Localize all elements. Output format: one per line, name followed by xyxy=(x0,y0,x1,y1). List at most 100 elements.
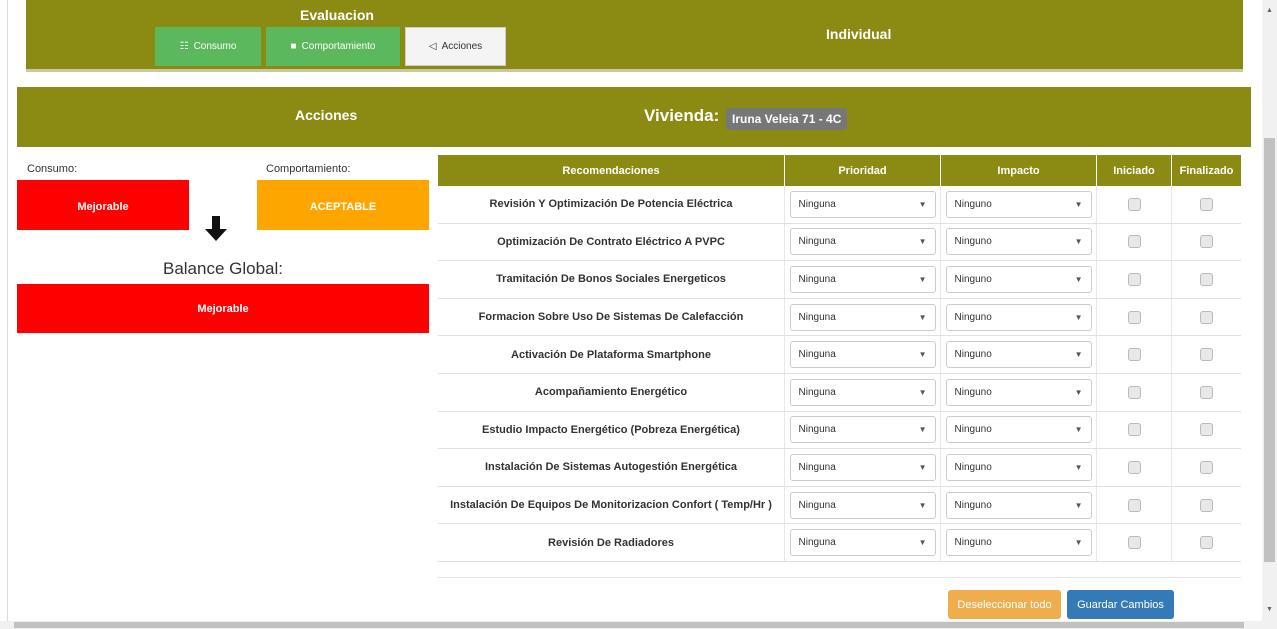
iniciado-checkbox[interactable] xyxy=(1127,423,1141,437)
finalizado-checkbox[interactable] xyxy=(1200,348,1213,362)
impacto-select[interactable]: Ninguno ▼ xyxy=(945,416,1092,444)
impacto-select[interactable]: Ninguno ▼ xyxy=(945,303,1092,331)
recommendation-name: Estudio Impacto Energético (Pobreza Ener… xyxy=(438,411,785,449)
iniciado-cell xyxy=(1097,336,1172,373)
recommendation-name: Acompañamiento Energético xyxy=(438,373,785,411)
impacto-cell: Ninguno ▼ xyxy=(941,449,1097,486)
iniciado-cell xyxy=(1097,373,1172,411)
prioridad-select[interactable]: Ninguna ▼ xyxy=(789,529,936,557)
finalizado-cell xyxy=(1172,524,1241,561)
chevron-down-icon: ▼ xyxy=(918,538,927,548)
vertical-scrollbar[interactable]: ▲ ▼ xyxy=(1262,0,1277,621)
impacto-value: Ninguno xyxy=(954,424,992,436)
finalizado-cell xyxy=(1172,449,1241,486)
vivienda-badge: Iruna Veleia 71 - 4C xyxy=(726,108,848,130)
finalizado-checkbox[interactable] xyxy=(1200,498,1213,512)
prioridad-select[interactable]: Ninguna ▼ xyxy=(789,416,936,444)
impacto-value: Ninguno xyxy=(954,236,992,248)
prioridad-select[interactable]: Ninguna ▼ xyxy=(789,378,936,406)
recommendation-name: Instalación De Equipos De Monitorizacion… xyxy=(438,486,785,524)
chevron-down-icon: ▼ xyxy=(918,425,927,435)
tab-comportamiento[interactable]: ■ Comportamiento xyxy=(266,27,400,66)
iniciado-checkbox[interactable] xyxy=(1127,536,1141,550)
prioridad-value: Ninguna xyxy=(798,537,836,549)
impacto-select[interactable]: Ninguno ▼ xyxy=(945,265,1092,293)
iniciado-checkbox[interactable] xyxy=(1127,310,1141,324)
impacto-select[interactable]: Ninguno ▼ xyxy=(945,378,1092,406)
prioridad-cell: Ninguna ▼ xyxy=(785,223,941,261)
table-row: Estudio Impacto Energético (Pobreza Ener… xyxy=(438,411,1241,450)
scroll-down-icon[interactable]: ▼ xyxy=(1266,606,1273,613)
finalizado-checkbox[interactable] xyxy=(1200,310,1213,324)
impacto-cell: Ninguno ▼ xyxy=(941,223,1097,261)
impacto-cell: Ninguno ▼ xyxy=(941,261,1097,298)
megaphone-icon: ◁ xyxy=(428,41,437,52)
chevron-down-icon: ▼ xyxy=(918,312,927,322)
chart-icon: ☷ xyxy=(179,41,189,52)
prioridad-select[interactable]: Ninguna ▼ xyxy=(789,190,936,218)
book-icon: ■ xyxy=(290,41,297,52)
horizontal-scroll-thumb[interactable] xyxy=(14,622,1244,628)
impacto-select[interactable]: Ninguno ▼ xyxy=(945,190,1092,218)
tab-acciones[interactable]: ◁ Acciones xyxy=(405,27,506,66)
prioridad-select[interactable]: Ninguna ▼ xyxy=(789,341,936,369)
iniciado-checkbox[interactable] xyxy=(1127,385,1141,399)
chevron-down-icon: ▼ xyxy=(1074,538,1083,548)
iniciado-cell xyxy=(1097,411,1172,449)
finalizado-checkbox[interactable] xyxy=(1200,536,1213,550)
finalizado-checkbox[interactable] xyxy=(1200,460,1213,474)
iniciado-checkbox[interactable] xyxy=(1127,235,1141,249)
iniciado-checkbox[interactable] xyxy=(1127,197,1141,211)
finalizado-checkbox[interactable] xyxy=(1200,272,1213,286)
impacto-select[interactable]: Ninguno ▼ xyxy=(945,228,1092,256)
impacto-cell: Ninguno ▼ xyxy=(941,373,1097,411)
iniciado-checkbox[interactable] xyxy=(1127,272,1141,286)
impacto-select[interactable]: Ninguno ▼ xyxy=(945,453,1092,481)
tab-consumo[interactable]: ☷ Consumo xyxy=(155,27,261,66)
prioridad-cell: Ninguna ▼ xyxy=(785,186,941,223)
finalizado-checkbox[interactable] xyxy=(1200,385,1213,399)
prioridad-select[interactable]: Ninguna ▼ xyxy=(789,228,936,256)
prioridad-select[interactable]: Ninguna ▼ xyxy=(789,303,936,331)
prioridad-cell: Ninguna ▼ xyxy=(785,524,941,561)
impacto-value: Ninguno xyxy=(954,537,992,549)
consumo-label: Consumo: xyxy=(27,163,78,175)
finalizado-cell xyxy=(1172,261,1241,298)
consumo-status: Mejorable xyxy=(17,180,189,230)
recommendation-name: Optimización De Contrato Eléctrico A PVP… xyxy=(438,223,785,261)
impacto-select[interactable]: Ninguno ▼ xyxy=(945,529,1092,557)
tab-comportamiento-label: Comportamiento xyxy=(301,41,376,52)
finalizado-checkbox[interactable] xyxy=(1200,423,1213,437)
finalizado-cell xyxy=(1172,412,1241,449)
impacto-value: Ninguno xyxy=(954,273,992,285)
iniciado-checkbox[interactable] xyxy=(1127,460,1141,474)
impacto-select[interactable]: Ninguno ▼ xyxy=(945,491,1092,519)
prioridad-select[interactable]: Ninguna ▼ xyxy=(789,491,936,519)
impacto-cell: Ninguno ▼ xyxy=(941,298,1097,336)
chevron-down-icon: ▼ xyxy=(1074,350,1083,360)
scroll-up-icon[interactable]: ▲ xyxy=(1266,7,1273,14)
chevron-down-icon: ▼ xyxy=(1074,312,1083,322)
impacto-value: Ninguno xyxy=(954,499,992,511)
iniciado-checkbox[interactable] xyxy=(1127,348,1141,362)
impacto-select[interactable]: Ninguno ▼ xyxy=(945,341,1092,369)
horizontal-scrollbar[interactable] xyxy=(0,621,1277,629)
iniciado-checkbox[interactable] xyxy=(1127,498,1141,512)
impacto-cell: Ninguno ▼ xyxy=(941,411,1097,449)
finalizado-checkbox[interactable] xyxy=(1200,235,1213,249)
table-row: Formacion Sobre Uso De Sistemas De Calef… xyxy=(438,298,1241,337)
finalizado-cell xyxy=(1172,224,1241,261)
evaluation-title: Evaluacion xyxy=(300,7,374,23)
save-changes-button[interactable]: Guardar Cambios xyxy=(1067,590,1174,619)
prioridad-select[interactable]: Ninguna ▼ xyxy=(789,265,936,293)
balance-global-status: Mejorable xyxy=(17,284,429,333)
impacto-value: Ninguno xyxy=(954,349,992,361)
finalizado-checkbox[interactable] xyxy=(1200,197,1213,211)
deselect-all-button[interactable]: Deseleccionar todo xyxy=(948,590,1061,619)
prioridad-value: Ninguna xyxy=(798,273,836,285)
chevron-down-icon: ▼ xyxy=(918,462,927,472)
prioridad-select[interactable]: Ninguna ▼ xyxy=(789,453,936,481)
table-row: Optimización De Contrato Eléctrico A PVP… xyxy=(438,223,1241,262)
table-row: Revisión Y Optimización De Potencia Eléc… xyxy=(438,186,1241,224)
vertical-scroll-thumb[interactable] xyxy=(1264,138,1275,562)
